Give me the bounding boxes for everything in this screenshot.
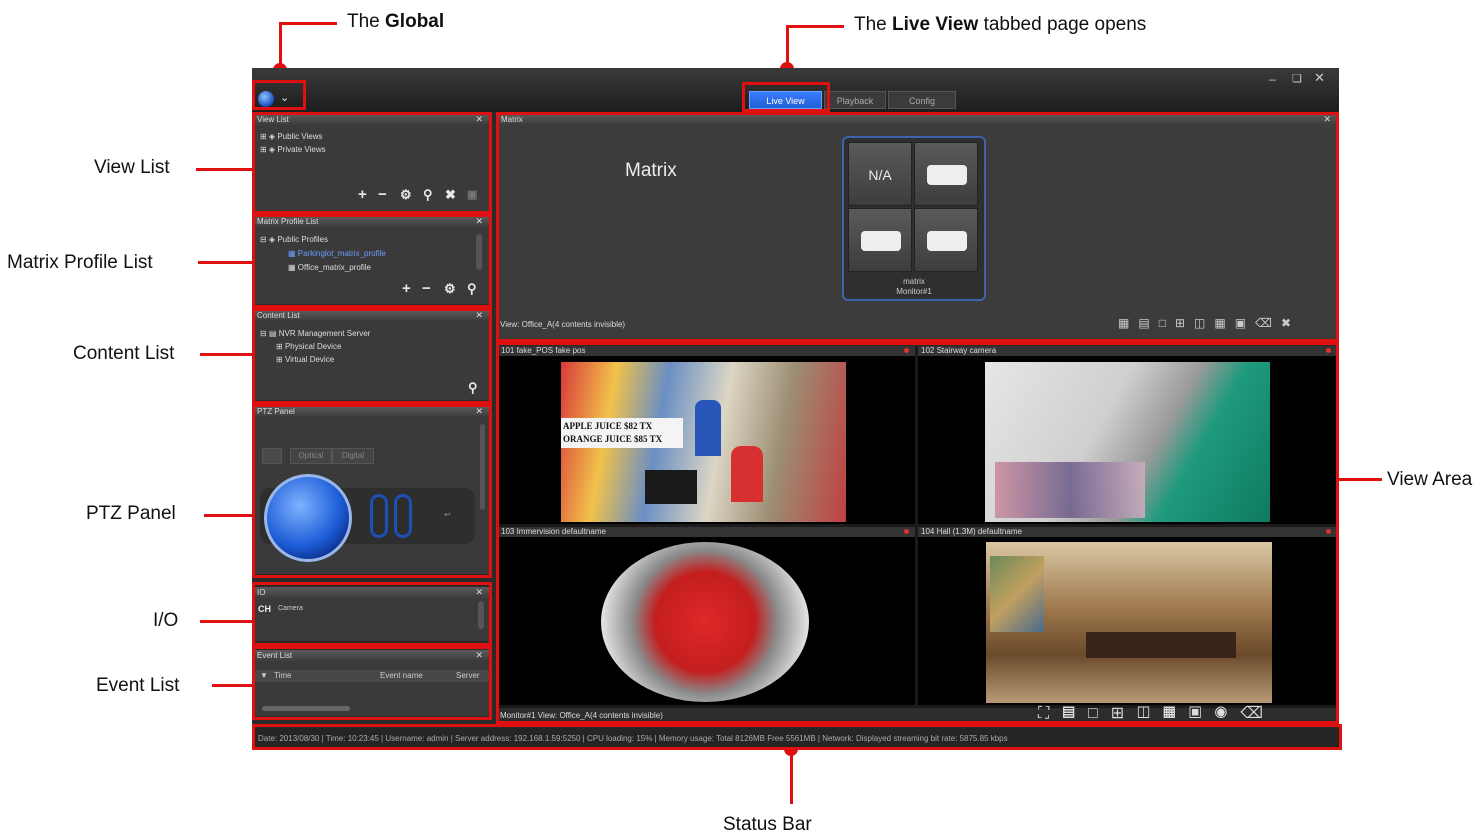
highlight-content-list — [252, 308, 492, 404]
callout-view-list: View List — [94, 157, 170, 178]
callout-event-list: Event List — [96, 675, 180, 696]
callout-status-bar: Status Bar — [723, 814, 812, 835]
highlight-view-list — [252, 112, 492, 214]
leader-line-liveview-h — [786, 25, 844, 28]
callout-view-area: View Area — [1387, 469, 1473, 490]
app-window: ⌄ – ❏ ✕ Live View Playback Config View L… — [252, 68, 1342, 750]
close-icon[interactable]: ✕ — [1314, 70, 1325, 86]
highlight-matrix-profile — [252, 214, 492, 308]
callout-global: The Global — [347, 11, 444, 33]
leader-line-global-h — [279, 22, 337, 25]
callout-liveview-bold: Live View — [892, 14, 979, 35]
highlight-io — [252, 582, 492, 646]
highlight-ptz — [252, 404, 492, 578]
callout-ptz-panel: PTZ Panel — [86, 503, 176, 524]
minimize-icon[interactable]: – — [1269, 72, 1276, 86]
callout-global-bold: Global — [385, 11, 445, 32]
callout-content-list: Content List — [73, 343, 175, 364]
restore-icon[interactable]: ❏ — [1292, 72, 1302, 85]
callout-global-prefix: The — [347, 11, 386, 32]
highlight-event-list — [252, 646, 492, 720]
tab-config[interactable]: Config — [888, 91, 956, 109]
highlight-global — [252, 80, 306, 110]
highlight-matrix — [496, 112, 1339, 342]
tab-playback[interactable]: Playback — [824, 91, 886, 109]
highlight-status-bar — [252, 724, 1342, 750]
callout-liveview-suffix: tabbed page opens — [978, 14, 1147, 35]
highlight-view-area — [496, 342, 1339, 724]
callout-io: I/O — [153, 610, 179, 631]
callout-live-view: The Live View tabbed page opens — [854, 14, 1146, 36]
callout-matrix-profile-list: Matrix Profile List — [7, 252, 153, 273]
callout-liveview-prefix: The — [854, 14, 893, 35]
highlight-live-view-tab — [742, 82, 830, 112]
